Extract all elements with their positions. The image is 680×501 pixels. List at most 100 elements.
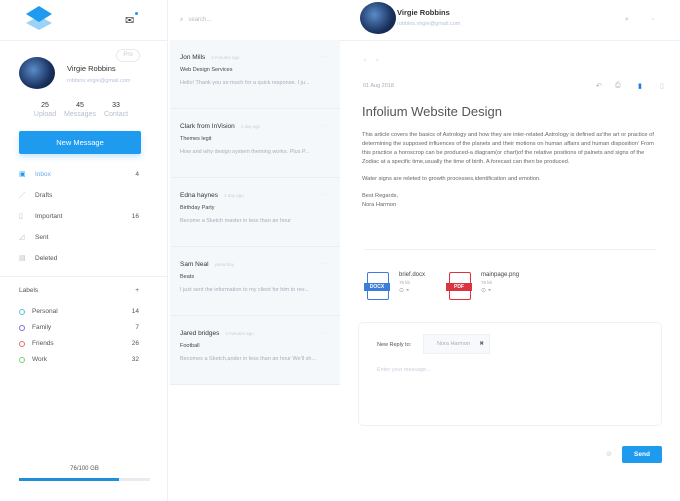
list-item[interactable]: Jared bridges 3 minutes ago Football Become… — [170, 316, 340, 385]
label-work[interactable]: Work 32 — [19, 356, 139, 363]
list-item[interactable]: Clark from InVision 1 day ago Themes legit… — [170, 109, 340, 178]
bookmark-icon: ▯ — [19, 213, 23, 220]
circle-icon — [19, 324, 25, 331]
recipient-chip[interactable]: Nora Harmon ✖ — [423, 334, 490, 354]
add-label-button[interactable]: + — [135, 287, 139, 294]
more-icon[interactable]: ⌄ — [650, 14, 656, 22]
attachment-docx[interactable]: DOCX brief.docx 76 kb ⊙ ◓ — [364, 272, 425, 300]
next-icon[interactable]: › — [376, 57, 378, 64]
sender-name: Sam Neal — [180, 261, 209, 268]
search-icon: ⌕ — [180, 16, 184, 23]
trash-icon[interactable]: ▯ — [660, 82, 664, 90]
notification-dot — [135, 12, 138, 15]
sidebar-item-sent[interactable]: ◿ Sent — [19, 230, 139, 244]
sender-name: Jon Mills — [180, 54, 206, 61]
more-icon[interactable]: ··· — [320, 54, 326, 60]
message-body: This article covers the basics of Astrol… — [362, 132, 654, 208]
avatar — [360, 2, 396, 34]
preview: I just sent the information to my client… — [180, 287, 309, 293]
avatar — [19, 57, 55, 89]
divider — [364, 249, 656, 250]
subject: Themes legit — [180, 136, 212, 142]
view-icon[interactable]: ◓ — [406, 288, 410, 294]
divider — [0, 40, 168, 41]
profile-name: Virgie Robbins — [67, 64, 116, 73]
pencil-icon: ／ — [19, 192, 26, 199]
sender-name: Virgie Robbins — [397, 8, 450, 17]
list-item[interactable]: Jon Mills 3 minutes ago Web Design Service… — [170, 40, 340, 109]
pro-badge[interactable]: Pro — [116, 49, 140, 62]
send-button[interactable]: Send — [622, 446, 662, 463]
timestamp: 3 minutes ago — [211, 55, 240, 60]
sender-name: Jared bridges — [180, 330, 220, 337]
sender-name: Edna haynes — [180, 192, 218, 199]
reply-label: New Reply to: — [377, 342, 412, 348]
label-personal[interactable]: Personal 14 — [19, 308, 139, 315]
sidebar-item-deleted[interactable]: ▤ Deleted — [19, 251, 139, 265]
stat-upload: 25 Upload — [33, 102, 57, 118]
view-icon[interactable]: ◓ — [488, 288, 492, 294]
sender-name: Clark from InVision — [180, 123, 235, 130]
label-friends[interactable]: Friends 26 — [19, 340, 139, 347]
list-item[interactable]: Sam Neal yesterday Beats I just sent the in… — [170, 247, 340, 316]
sidebar: ✉ Virgie Robbins robbins.virgie@gmail.co… — [0, 0, 168, 501]
reply-box: New Reply to: Nora Harmon ✖ Enter your me… — [358, 322, 662, 426]
pdf-file-icon: PDF — [446, 272, 472, 300]
preview: How and why design system theming works.… — [180, 149, 310, 155]
circle-icon — [19, 308, 25, 315]
message-list: ⌕ search... Jon Mills 3 minutes ago Web Des… — [170, 0, 340, 385]
search-input[interactable]: ⌕ search... — [170, 0, 340, 40]
message-view: Virgie Robbins robbins.virgie@gmail.com … — [340, 0, 680, 501]
more-icon[interactable]: ··· — [320, 123, 326, 129]
sidebar-item-important[interactable]: ▯ Important 16 — [19, 209, 139, 223]
reply-icon[interactable]: ↶ — [596, 82, 602, 90]
download-icon[interactable]: ⊙ — [481, 288, 486, 294]
docx-file-icon: DOCX — [364, 272, 390, 300]
message-title: Infolium Website Design — [362, 104, 502, 119]
attachment-png[interactable]: PDF mainpage.png 76 kb ⊙ ◓ — [446, 272, 519, 300]
stat-messages: 45 Messages — [64, 102, 96, 118]
profile-email: robbins.virgie@gmail.com — [67, 78, 131, 84]
preview: Hello! Thank you so much for a quick res… — [180, 80, 310, 86]
storage-text: 76/100 GB — [70, 466, 99, 472]
attach-icon[interactable]: ⊘ — [606, 450, 612, 458]
list-item[interactable]: Edna haynes 1 day ago Birthday Party Become… — [170, 178, 340, 247]
sidebar-item-drafts[interactable]: ／ Drafts — [19, 188, 139, 202]
download-icon[interactable]: ⊙ — [399, 288, 404, 294]
subject: Football — [180, 343, 200, 349]
logo-icon — [26, 6, 52, 30]
prev-icon[interactable]: ‹ — [364, 57, 366, 64]
preview: Becomes a Sketch,ander in less than an h… — [180, 356, 317, 362]
storage-bar-fill — [19, 478, 119, 481]
sender-email: robbins.virgie@gmail.com — [397, 21, 461, 27]
label-family[interactable]: Family 7 — [19, 324, 139, 331]
storage-bar — [19, 478, 150, 481]
subject: Birthday Party — [180, 205, 215, 211]
bookmark-icon[interactable]: ▮ — [638, 82, 642, 90]
mail-icon[interactable]: ✉ — [125, 14, 134, 27]
divider — [0, 276, 168, 277]
search-icon[interactable]: ⌕ — [625, 16, 629, 24]
timestamp: yesterday — [214, 262, 235, 267]
preview: Become a Sketch master in less than an h… — [180, 218, 291, 224]
timestamp: 1 day ago — [223, 193, 244, 198]
message-date: 01 Aug 2018 — [363, 83, 394, 89]
more-icon[interactable]: ··· — [320, 261, 326, 267]
divider — [340, 40, 680, 41]
circle-icon — [19, 340, 25, 347]
new-message-button[interactable]: New Message — [19, 131, 141, 154]
message-textarea[interactable]: Enter your message... — [377, 367, 431, 373]
more-icon[interactable]: ··· — [320, 192, 326, 198]
stat-contact: 33 Contact — [103, 102, 129, 118]
trash-icon: ▤ — [19, 255, 26, 262]
circle-icon — [19, 356, 25, 363]
inbox-icon: ▣ — [19, 171, 26, 178]
more-icon[interactable]: ··· — [320, 330, 326, 336]
timestamp: 1 day ago — [240, 124, 261, 129]
print-icon[interactable]: ⎙ — [615, 82, 621, 90]
subject: Web Design Services — [180, 67, 233, 73]
send-icon: ◿ — [19, 234, 25, 241]
close-icon[interactable]: ✖ — [479, 341, 484, 347]
labels-header: Labels + — [19, 287, 139, 294]
sidebar-item-inbox[interactable]: ▣ Inbox 4 — [19, 167, 139, 181]
